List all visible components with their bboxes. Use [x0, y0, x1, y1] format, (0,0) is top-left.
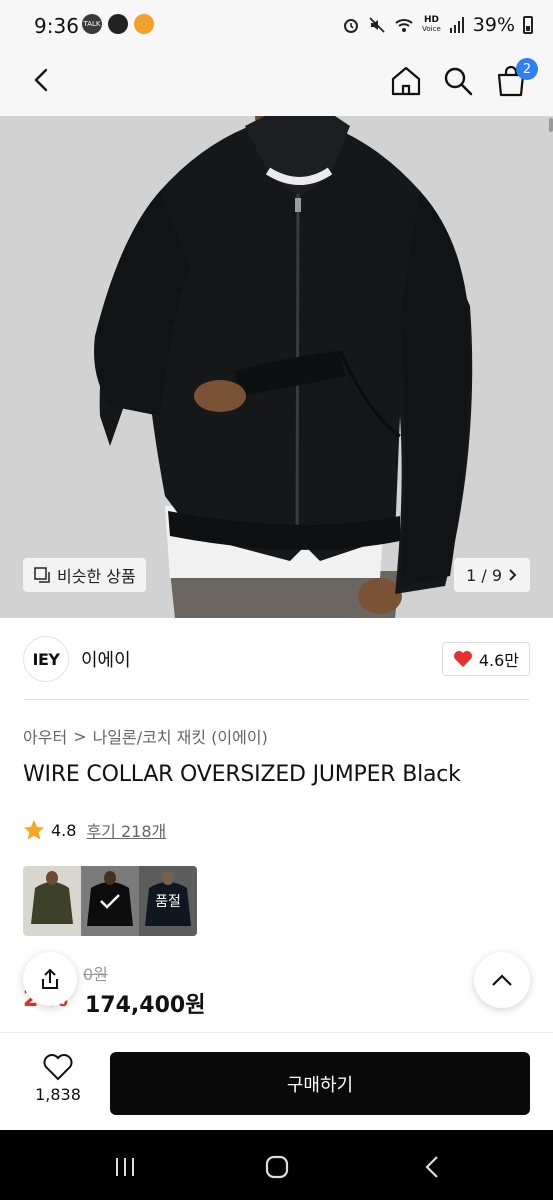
heart-outline-icon — [43, 1054, 73, 1081]
color-option-black-selected[interactable] — [81, 866, 139, 936]
product-photo — [0, 116, 553, 618]
home-nav-icon[interactable] — [262, 1152, 292, 1182]
brand-row[interactable]: IEY 이에이 4.6만 — [23, 634, 530, 684]
soldout-label: 품절 — [155, 894, 181, 910]
brand-logo: IEY — [23, 636, 69, 682]
breadcrumb-separator: > — [73, 726, 87, 746]
selected-overlay — [81, 866, 139, 936]
color-option-khaki[interactable] — [23, 866, 81, 936]
image-pager-label: 1 / 9 — [466, 565, 502, 585]
talk-notification-icon: TALK — [82, 14, 102, 34]
status-bar: 9:36 TALK HD Voice 39% — [0, 0, 553, 52]
scroll-top-button[interactable] — [474, 952, 530, 1008]
chevron-up-icon — [492, 974, 512, 986]
game-notification-icon — [134, 14, 154, 34]
check-icon — [100, 894, 120, 909]
star-icon — [24, 820, 44, 840]
app-notification-icon — [108, 14, 128, 34]
similar-products-label: 비슷한 상품 — [57, 567, 136, 586]
rating-row: 4.8 후기 218개 — [23, 818, 166, 842]
battery-percent: 39% — [472, 14, 515, 36]
color-option-navy-soldout[interactable]: 품절 — [139, 866, 197, 936]
search-icon[interactable] — [441, 64, 475, 98]
chevron-right-icon — [509, 569, 517, 581]
app-header: 2 — [0, 52, 553, 116]
sale-price: 174,400원 — [85, 993, 206, 1018]
heart-filled-icon — [453, 651, 472, 667]
system-nav-bar — [0, 1130, 553, 1200]
breadcrumb-category[interactable]: 아우터 — [23, 724, 67, 748]
product-title: WIRE COLLAR OVERSIZED JUMPER Black — [23, 762, 461, 787]
share-icon — [42, 968, 58, 989]
bottom-action-bar: 1,838 구매하기 — [0, 1032, 553, 1130]
scrollbar-thumb[interactable] — [549, 118, 553, 132]
brand-like-count: 4.6만 — [478, 651, 519, 670]
back-button[interactable] — [28, 66, 56, 94]
wishlist-button[interactable]: 1,838 — [28, 1053, 88, 1104]
product-image-carousel[interactable]: 비슷한 상품 1 / 9 — [0, 116, 553, 618]
rating-score: 4.8 — [51, 820, 77, 840]
cart-count-badge: 2 — [516, 58, 538, 80]
battery-icon — [523, 16, 533, 34]
original-price: 0원 — [83, 965, 108, 984]
recent-apps-icon[interactable] — [110, 1152, 140, 1182]
brand-name[interactable]: 이에이 — [81, 646, 131, 672]
alarm-icon — [344, 19, 359, 33]
share-button[interactable] — [23, 952, 77, 1006]
signal-icon — [449, 17, 464, 33]
color-options: 품절 — [23, 866, 197, 936]
hd-voice-icon: HD Voice — [422, 15, 441, 34]
image-pager-button[interactable]: 1 / 9 — [454, 558, 530, 592]
wishlist-count: 1,838 — [35, 1085, 81, 1104]
status-notification-icons: TALK — [82, 14, 154, 34]
breadcrumb-subcategory[interactable]: 나일론/코치 재킷 (이에이) — [93, 724, 268, 748]
similar-icon — [34, 567, 50, 583]
price-area: 0원 2 % 174,400원 — [23, 955, 530, 1025]
buy-button[interactable]: 구매하기 — [110, 1052, 530, 1115]
mute-icon — [369, 17, 385, 33]
soldout-overlay: 품절 — [139, 866, 197, 936]
similar-products-button[interactable]: 비슷한 상품 — [23, 558, 146, 592]
home-icon[interactable] — [389, 64, 423, 98]
status-right-icons: HD Voice 39% — [342, 14, 533, 36]
back-nav-icon[interactable] — [418, 1152, 448, 1182]
status-time: 9:36 — [34, 14, 79, 38]
breadcrumb: 아우터 > 나일론/코치 재킷 (이에이) — [23, 724, 268, 748]
cart-button[interactable]: 2 — [494, 58, 538, 98]
reviews-link[interactable]: 후기 218개 — [86, 818, 166, 842]
divider — [23, 699, 530, 700]
wifi-icon — [395, 19, 413, 32]
thumb-khaki-image — [23, 866, 81, 936]
brand-like-button[interactable]: 4.6만 — [441, 642, 530, 676]
